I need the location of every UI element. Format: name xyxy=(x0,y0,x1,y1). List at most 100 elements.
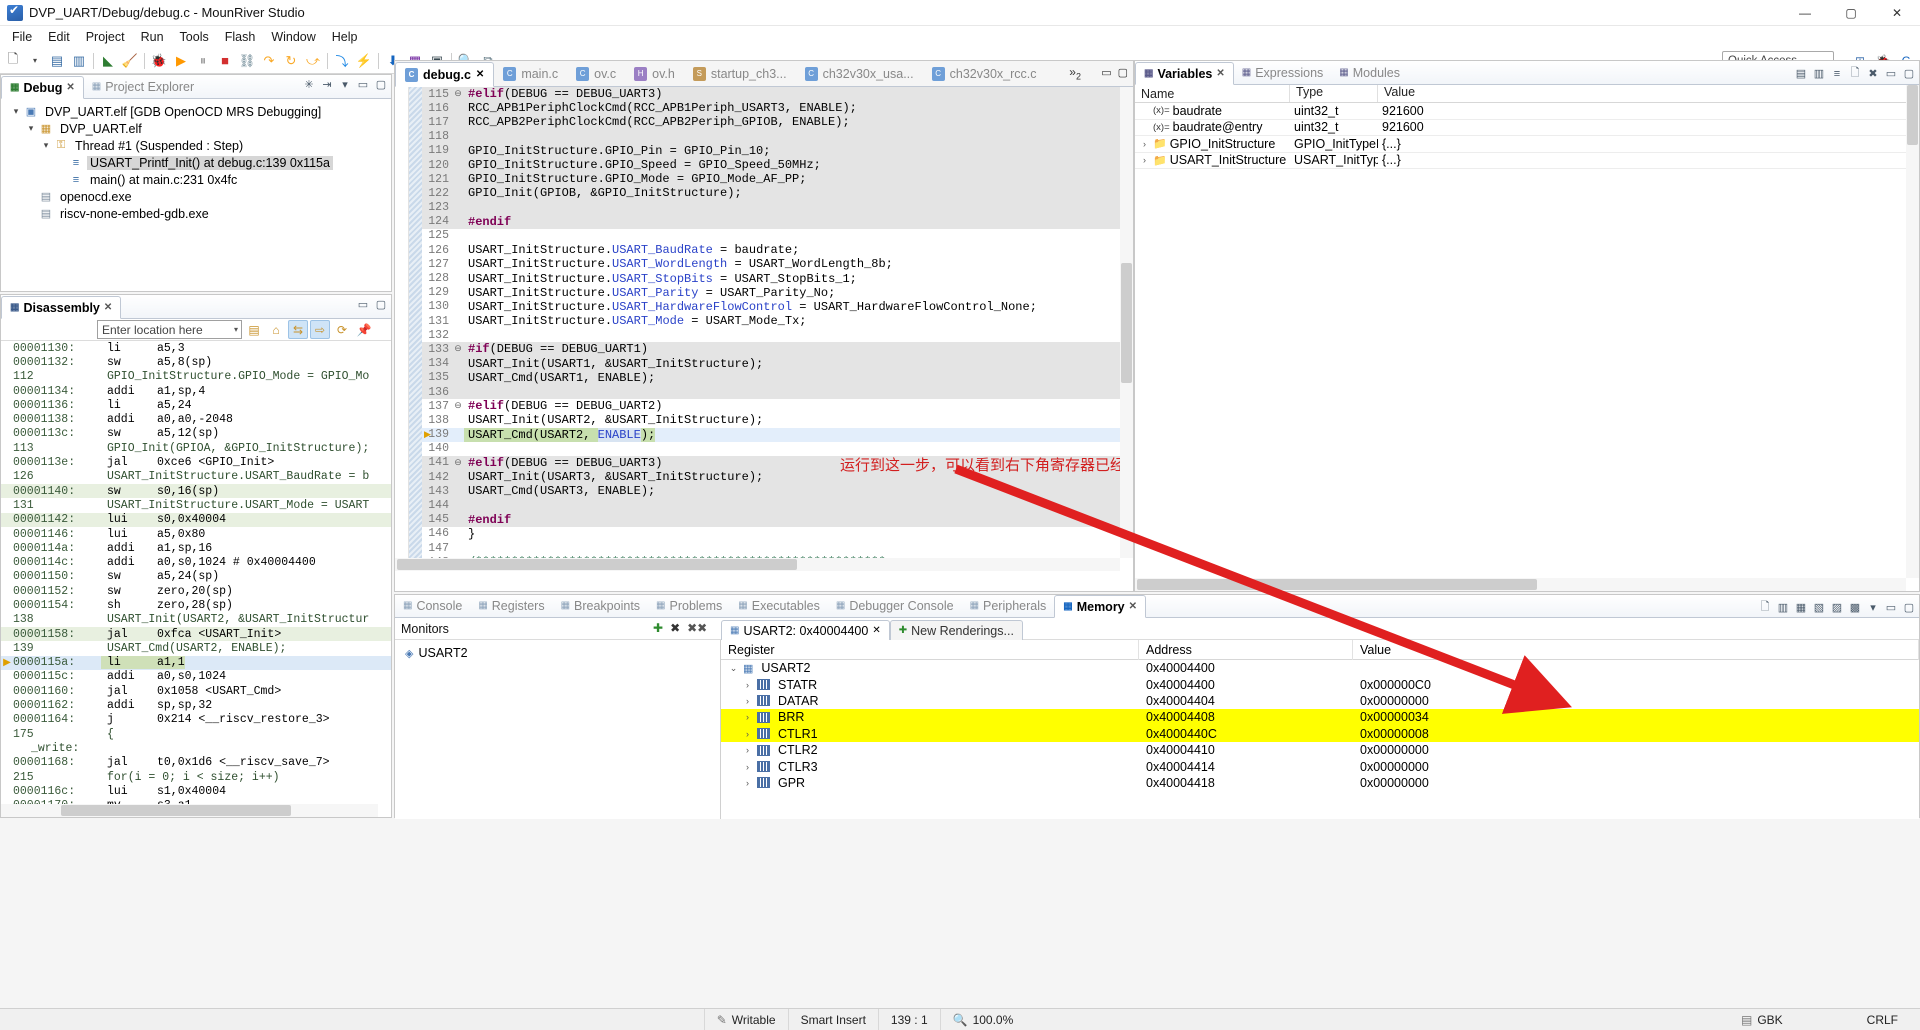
tab-modules[interactable]: ▦ Modules xyxy=(1331,61,1408,84)
close-icon[interactable]: ✕ xyxy=(476,69,484,80)
chevron-down-icon[interactable]: ▾ xyxy=(234,325,238,334)
view-menu-icon[interactable]: ▾ xyxy=(338,78,352,91)
editor-tab-ch32v30x-usa-[interactable]: Cch32v30x_usa... xyxy=(796,61,923,86)
close-icon[interactable]: ✕ xyxy=(1129,601,1137,612)
expand-chevron-icon[interactable]: › xyxy=(742,696,753,706)
code-line[interactable]: 138 USART_Init(USART2, &USART_InitStruct… xyxy=(422,413,1133,427)
disassembly-row[interactable]: 00001134: addi a1,sp,4 xyxy=(1,384,391,398)
collapse-all-icon[interactable]: ✳ xyxy=(302,78,316,91)
disassembly-row[interactable]: 00001160: jal 0x1058 <USART_Cmd> xyxy=(1,684,391,698)
column-header-value[interactable]: Value xyxy=(1353,639,1919,660)
code-line[interactable]: 143 USART_Cmd(USART3, ENABLE); xyxy=(422,484,1133,499)
disassembly-row[interactable]: 00001146: lui a5,0x80 xyxy=(1,527,391,541)
instruction-stepping-icon[interactable]: ⇨ xyxy=(310,320,330,339)
step-over-icon[interactable]: ⤻ xyxy=(302,50,324,72)
minimize-icon[interactable]: ▭ xyxy=(356,78,370,91)
code-line[interactable]: 145 #endif xyxy=(422,512,1133,527)
monitor-item[interactable]: ◈ USART2 xyxy=(395,644,720,662)
disassembly-row[interactable]: 131 USART_InitStructure.USART_Mode = USAR… xyxy=(1,498,391,512)
tab-memory[interactable]: ▦ Memory ✕ xyxy=(1054,595,1147,618)
disassembly-row[interactable]: 112 GPIO_InitStructure.GPIO_Mode = GPIO_M… xyxy=(1,370,391,384)
fold-toggle-icon[interactable]: ⊖ xyxy=(452,344,464,354)
collapse-all-icon[interactable]: ▤ xyxy=(1794,67,1808,80)
register-row[interactable]: › CTLR1 0x4000440C 0x00000008 xyxy=(721,725,1919,742)
tree-node[interactable]: ▾ ▦ DVP_UART.elf xyxy=(3,120,391,137)
pause-icon[interactable]: ⏸ xyxy=(192,50,214,72)
disassembly-hscrollbar[interactable] xyxy=(1,804,378,817)
column-header-register[interactable]: Register xyxy=(721,639,1139,660)
menu-edit[interactable]: Edit xyxy=(40,28,78,46)
code-line[interactable]: 140 xyxy=(422,442,1133,456)
build-icon[interactable]: ◣ xyxy=(97,50,119,72)
minimize-icon[interactable]: ▭ xyxy=(1101,66,1111,79)
flash-icon[interactable]: ⚡ xyxy=(353,50,375,72)
disassembly-row[interactable]: 00001142: lui s0,0x40004 xyxy=(1,512,391,527)
register-row[interactable]: ⌄ ▦ USART2 0x40004400 xyxy=(721,660,1919,676)
editor-tab-ov-h[interactable]: Hov.h xyxy=(625,61,684,86)
editor-vscrollbar[interactable] xyxy=(1120,87,1133,558)
expand-chevron-icon[interactable]: › xyxy=(742,762,753,772)
menu-icon[interactable]: ≡ xyxy=(1830,68,1844,80)
memory-tool-3-icon[interactable]: ▧ xyxy=(1812,601,1826,614)
disassembly-row[interactable]: 00001140: sw s0,16(sp) xyxy=(1,483,391,499)
tree-node[interactable]: ≡ USART_Printf_Init() at debug.c:139 0x11… xyxy=(3,154,391,171)
maximize-button[interactable]: ▢ xyxy=(1828,0,1874,26)
maximize-icon[interactable]: ▢ xyxy=(374,78,388,91)
code-line[interactable]: 131 USART_InitStructure.USART_Mode = USA… xyxy=(422,314,1133,328)
code-line[interactable]: 128 USART_InitStructure.USART_StopBits =… xyxy=(422,271,1133,286)
tab-debugger-console[interactable]: ▦ Debugger Console xyxy=(828,594,962,617)
code-line[interactable]: 124 #endif xyxy=(422,214,1133,229)
save-icon[interactable]: ▤ xyxy=(46,50,68,72)
debug-stack-tree[interactable]: ▾ ▣ DVP_UART.elf [GDB OpenOCD MRS Debuggin… xyxy=(1,99,391,222)
variables-hscrollbar[interactable] xyxy=(1135,578,1906,591)
code-line[interactable]: 133 ⊖ #if(DEBUG == DEBUG_UART1) xyxy=(422,342,1133,357)
tree-node[interactable]: ▾ ⚿ Thread #1 (Suspended : Step) xyxy=(3,137,391,154)
code-line[interactable]: 120 GPIO_InitStructure.GPIO_Speed = GPIO… xyxy=(422,157,1133,173)
minimize-button[interactable]: — xyxy=(1782,0,1828,26)
code-line[interactable]: 141 ⊖ #elif(DEBUG == DEBUG_UART3) xyxy=(422,455,1133,471)
save-all-icon[interactable]: ▥ xyxy=(68,50,90,72)
editor-tab-ov-c[interactable]: Cov.c xyxy=(567,61,625,86)
memory-tool-1-icon[interactable]: ▥ xyxy=(1776,601,1790,614)
memory-tool-4-icon[interactable]: ▨ xyxy=(1830,601,1844,614)
disassembly-row[interactable]: 00001138: addi a0,a0,-2048 xyxy=(1,412,391,426)
editor-marker-gutter[interactable] xyxy=(395,87,409,571)
tab-console[interactable]: ▦ Console xyxy=(395,594,470,617)
register-row[interactable]: › DATAR 0x40004404 0x00000000 xyxy=(721,693,1919,709)
menu-window[interactable]: Window xyxy=(263,28,323,46)
disassembly-row[interactable]: 0000113e: jal 0xce6 <GPIO_Init> xyxy=(1,455,391,469)
fold-toggle-icon[interactable]: ⊖ xyxy=(452,401,464,411)
disconnect-icon[interactable]: ⛓ xyxy=(236,50,258,72)
code-line[interactable]: 127 USART_InitStructure.USART_WordLength… xyxy=(422,257,1133,271)
column-header-address[interactable]: Address xyxy=(1139,639,1353,660)
disassembly-row[interactable]: 113 GPIO_Init(GPIOA, &GPIO_InitStructure)… xyxy=(1,441,391,455)
memory-tool-7-icon[interactable]: ▭ xyxy=(1884,601,1898,614)
add-monitor-icon[interactable]: ✚ xyxy=(653,621,663,635)
chevron-icon[interactable]: ▾ xyxy=(39,140,53,151)
run-icon[interactable]: ▶ xyxy=(170,50,192,72)
link-icon[interactable]: ⇥ xyxy=(320,78,334,91)
disassembly-row[interactable]: 00001168: jal t0,0x1d6 <__riscv_save_7> xyxy=(1,756,391,770)
code-line[interactable]: 123 xyxy=(422,200,1133,215)
disassembly-row[interactable]: _write: xyxy=(1,741,391,755)
remove-icon[interactable]: ✖ xyxy=(1866,67,1880,80)
code-line[interactable]: 135 USART_Cmd(USART1, ENABLE); xyxy=(422,370,1133,385)
debug-icon[interactable]: 🐞 xyxy=(148,50,170,72)
tab-variables[interactable]: ▦ Variables ✕ xyxy=(1135,62,1234,85)
tab-executables[interactable]: ▦ Executables xyxy=(730,594,828,617)
expand-chevron-icon[interactable]: › xyxy=(742,712,753,722)
clean-icon[interactable]: 🧹 xyxy=(119,50,141,72)
register-row[interactable]: › STATR 0x40004400 0x000000C0 xyxy=(721,676,1919,692)
remove-all-monitors-icon[interactable]: ✖✖ xyxy=(687,621,707,635)
link-toggle-icon[interactable]: ⇆ xyxy=(288,320,308,339)
step-into-icon[interactable]: ⤵ xyxy=(331,50,353,72)
code-line[interactable]: 115 ⊖ #elif(DEBUG == DEBUG_UART3) xyxy=(422,87,1133,102)
disassembly-row[interactable]: 0000115c: addi a0,s0,1024 xyxy=(1,670,391,684)
expand-chevron-icon[interactable]: › xyxy=(742,729,753,739)
expand-chevron-icon[interactable]: ⌄ xyxy=(728,663,739,674)
disassembly-row[interactable]: 175 { xyxy=(1,727,391,741)
register-row[interactable]: › CTLR2 0x40004410 0x00000000 xyxy=(721,742,1919,758)
register-table[interactable]: Register Address Value ⌄ ▦ USART2 0x4000440… xyxy=(721,639,1919,819)
code-line[interactable]: 132 xyxy=(422,328,1133,342)
menu-project[interactable]: Project xyxy=(78,28,133,46)
